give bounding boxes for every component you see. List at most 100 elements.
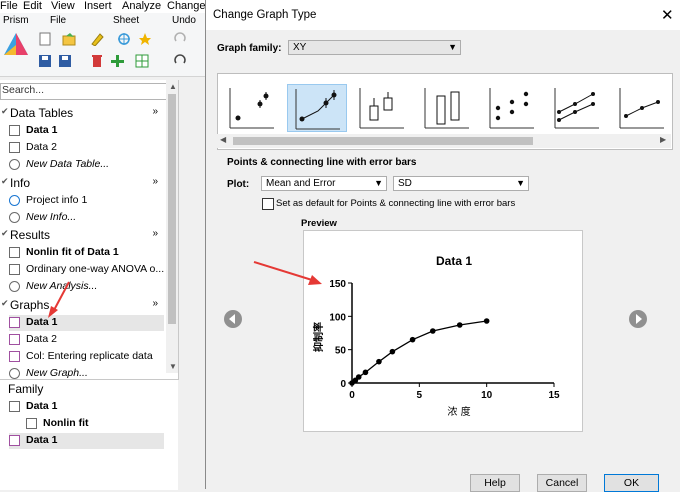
search-input[interactable]: Search... — [0, 83, 174, 100]
expand-chevron-icon[interactable]: » — [152, 176, 158, 187]
menu-bar: File Edit View Insert Analyze Change — [0, 0, 206, 13]
snowflake-icon[interactable] — [117, 32, 131, 46]
y-tick-label: 150 — [329, 279, 346, 290]
type-box-whisker[interactable] — [352, 84, 412, 132]
scroll-thumb[interactable] — [168, 94, 176, 324]
nav-item[interactable]: Project info 1 — [9, 193, 164, 209]
collapse-caret-icon[interactable]: ✔ — [1, 106, 9, 117]
default-checkbox[interactable] — [262, 198, 274, 210]
x-tick-label: 5 — [417, 390, 423, 401]
nav-item[interactable]: Nonlin fit of Data 1 — [9, 245, 164, 261]
data-point — [409, 336, 416, 343]
scroll-up-icon[interactable]: ▲ — [169, 82, 177, 91]
info-icon — [9, 195, 20, 206]
graph-family-select[interactable]: XY ▼ — [288, 40, 461, 55]
ribbon: Prism File Sheet Undo — [0, 13, 205, 77]
undo-icon[interactable] — [173, 54, 187, 68]
prism-logo-icon[interactable] — [2, 31, 30, 57]
scroll-left-icon[interactable]: ◀ — [220, 135, 226, 144]
menu-change[interactable]: Change — [167, 0, 206, 12]
collapse-caret-icon[interactable]: ✔ — [1, 228, 9, 239]
insert-table-icon[interactable] — [135, 54, 149, 68]
type-multiple-lines-alt[interactable] — [612, 84, 672, 132]
sheet-icon — [9, 264, 20, 275]
add-circle-icon — [9, 368, 20, 379]
cancel-button[interactable]: Cancel — [537, 474, 587, 492]
nav-item[interactable]: Col: Entering replicate data — [9, 349, 164, 365]
type-multiple-lines[interactable] — [547, 84, 607, 132]
collapse-caret-icon[interactable]: ✔ — [1, 176, 9, 187]
new-file-icon[interactable] — [38, 32, 52, 46]
chevron-down-icon: ▼ — [448, 42, 457, 52]
nav-item[interactable]: New Info... — [9, 210, 164, 226]
close-icon[interactable]: ✕ — [661, 6, 674, 24]
data-point — [355, 374, 362, 380]
y-axis-label: 抑制率 — [312, 322, 325, 352]
preview-chart: Data 1 0 50 100 150 0 5 10 15 浓 度 抑制率 — [312, 254, 560, 418]
scroll-down-icon[interactable]: ▼ — [169, 362, 177, 371]
previous-arrow-icon[interactable] — [224, 310, 242, 328]
change-graph-type-dialog: Change Graph Type ✕ Graph family: XY ▼ ◀… — [205, 0, 680, 492]
open-file-icon[interactable] — [62, 32, 76, 46]
type-floating-bars[interactable] — [417, 84, 477, 132]
gallery-scroll-thumb[interactable] — [233, 137, 533, 145]
graph-family-label: Graph family: — [217, 43, 282, 54]
help-button[interactable]: Help — [470, 474, 520, 492]
type-column-dots[interactable] — [482, 84, 542, 132]
delete-icon[interactable] — [90, 54, 104, 68]
save-as-icon[interactable] — [58, 54, 72, 68]
results-sheet-icon — [26, 418, 37, 429]
highlight-pen-icon[interactable] — [90, 32, 104, 46]
y-tick-label: 0 — [340, 379, 346, 390]
nav-item[interactable]: New Data Table... — [9, 157, 164, 173]
expand-chevron-icon[interactable]: » — [152, 106, 158, 117]
menu-edit[interactable]: Edit — [23, 0, 42, 12]
collapse-caret-icon[interactable]: ✔ — [1, 298, 9, 309]
nav-section-results[interactable]: ✔ Results» — [0, 228, 162, 243]
star-wand-icon[interactable] — [138, 32, 152, 46]
ok-button[interactable]: OK — [604, 474, 659, 492]
family-item-graph[interactable]: Data 1 — [9, 433, 164, 449]
x-tick-label: 15 — [548, 390, 560, 401]
add-sheet-icon[interactable] — [110, 54, 124, 68]
dialog-title: Change Graph Type — [213, 9, 317, 21]
ribbon-group-file: File — [50, 15, 67, 26]
plot-select[interactable]: Mean and Error ▼ — [261, 176, 387, 191]
nav-item[interactable]: Data 2 — [9, 140, 164, 156]
redo-icon[interactable] — [173, 32, 187, 46]
nav-item[interactable]: Ordinary one-way ANOVA o... — [9, 262, 164, 278]
nav-section-info[interactable]: ✔ Info» — [0, 176, 162, 191]
x-tick-label: 0 — [349, 390, 355, 401]
data-point — [362, 369, 369, 376]
nav-item[interactable]: Data 2 — [9, 332, 164, 348]
sheet-icon — [9, 247, 20, 258]
type-points-connecting-line[interactable] — [287, 84, 347, 132]
expand-chevron-icon[interactable]: » — [152, 228, 158, 239]
ribbon-group-sheet: Sheet — [113, 15, 140, 26]
nav-section-graphs[interactable]: ✔ Graphs» — [0, 298, 162, 313]
family-item-data[interactable]: Data 1 — [9, 399, 164, 415]
menu-analyze[interactable]: Analyze — [122, 0, 161, 12]
family-item-nonlin-fit[interactable]: Nonlin fit — [26, 416, 181, 432]
nav-section-data-tables[interactable]: ✔ Data Tables» — [0, 106, 162, 121]
gallery-scrollbar[interactable]: ◀ ▶ — [217, 134, 671, 148]
plot-label: Plot: — [227, 179, 250, 190]
expand-chevron-icon[interactable]: » — [152, 298, 158, 309]
x-tick-label: 10 — [481, 390, 493, 401]
nav-item[interactable]: Data 1 — [9, 315, 164, 331]
navigator-scrollbar[interactable]: ▲ ▼ — [166, 80, 178, 373]
nav-item[interactable]: New Analysis... — [9, 279, 164, 295]
chevron-down-icon: ▼ — [374, 178, 383, 188]
type-points-only[interactable] — [222, 84, 282, 132]
error-type-select[interactable]: SD ▼ — [393, 176, 529, 191]
nav-item[interactable]: Data 1 — [9, 123, 164, 139]
menu-file[interactable]: File — [0, 0, 18, 12]
save-icon[interactable] — [38, 54, 52, 68]
chart-title: Data 1 — [436, 254, 472, 268]
next-arrow-icon[interactable] — [629, 310, 647, 328]
y-tick-label: 50 — [335, 346, 347, 357]
menu-view[interactable]: View — [51, 0, 75, 12]
graph-preview: Data 1 0 50 100 150 0 5 10 15 浓 度 抑制率 — [303, 230, 583, 432]
menu-insert[interactable]: Insert — [84, 0, 112, 12]
scroll-right-icon[interactable]: ▶ — [660, 135, 666, 144]
